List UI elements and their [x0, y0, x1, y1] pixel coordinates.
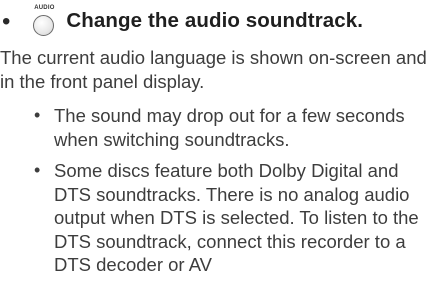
note-text: Some discs feature both Dolby Digital an… — [54, 160, 419, 275]
notes-list: • The sound may drop out for a few secon… — [34, 104, 434, 285]
note-item: • Some discs feature both Dolby Digital … — [34, 159, 434, 277]
round-button-icon — [33, 15, 55, 36]
audio-button-icon: AUDIO — [32, 2, 56, 40]
intro-paragraph: The current audio language is shown on-s… — [0, 47, 427, 92]
note-bullet: • — [34, 160, 41, 180]
heading-text: Change the audio soundtrack. — [66, 9, 364, 32]
note-text: The sound may drop out for a few seconds… — [54, 105, 405, 150]
note-bullet: • — [34, 105, 41, 125]
audio-button-caption: AUDIO — [34, 5, 55, 11]
heading-bullet: • — [2, 8, 11, 35]
section-heading: • AUDIO Change the audio soundtrack. — [2, 2, 432, 40]
note-item: • The sound may drop out for a few secon… — [34, 104, 434, 151]
